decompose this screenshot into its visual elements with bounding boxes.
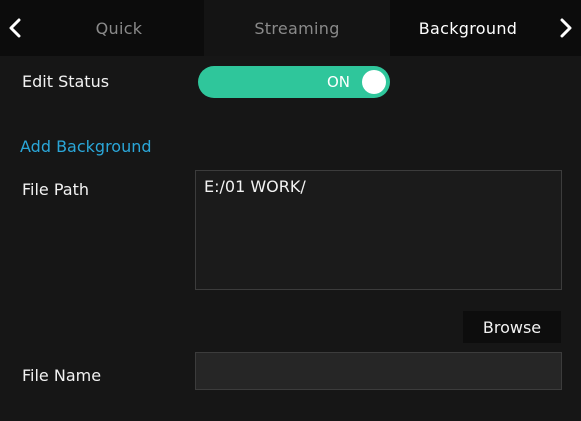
file-name-field[interactable] xyxy=(195,352,562,390)
tab-streaming[interactable]: Streaming xyxy=(204,0,390,56)
add-background-heading: Add Background xyxy=(20,137,152,156)
tab-quick[interactable]: Quick xyxy=(34,0,204,56)
tab-bar: Quick Streaming Background xyxy=(0,0,581,56)
edit-status-label: Edit Status xyxy=(22,72,110,91)
edit-status-toggle[interactable]: ON xyxy=(198,66,390,98)
toggle-state-text: ON xyxy=(326,73,350,91)
file-path-label: File Path xyxy=(22,180,90,199)
chevron-left-icon[interactable] xyxy=(0,0,30,56)
file-name-label: File Name xyxy=(22,366,102,385)
browse-button[interactable]: Browse xyxy=(463,311,561,343)
toggle-knob xyxy=(362,70,386,94)
chevron-right-icon[interactable] xyxy=(551,0,581,56)
tab-background[interactable]: Background xyxy=(390,0,546,56)
file-path-field[interactable]: E:/01 WORK/ xyxy=(195,170,562,290)
